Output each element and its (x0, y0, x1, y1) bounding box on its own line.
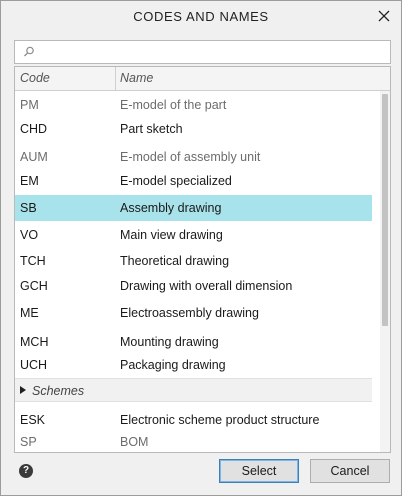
title-bar: CODES AND NAMES (1, 1, 401, 33)
row-code: MCH (20, 335, 49, 349)
scrollbar-thumb[interactable] (382, 94, 388, 326)
table-body: PM E-model of the part CHD Part sketch A… (15, 91, 372, 452)
row-code: ESK (20, 413, 46, 427)
table-row[interactable]: ME Electroassembly drawing (15, 300, 372, 326)
codes-table: Code Name PM E-model of the part CHD Par… (14, 66, 391, 453)
table-row[interactable]: SP BOM (15, 429, 372, 452)
table-row[interactable]: CHD Part sketch (15, 116, 372, 142)
table-row[interactable]: PM E-model of the part (15, 92, 372, 118)
row-name: Packaging drawing (120, 358, 226, 372)
vertical-scrollbar[interactable] (380, 91, 390, 452)
row-name: E-model specialized (120, 174, 232, 188)
close-icon[interactable] (375, 7, 393, 25)
row-code: ME (20, 306, 39, 320)
row-name: E-model of the part (120, 98, 227, 112)
row-code: PM (20, 98, 39, 112)
cancel-button[interactable]: Cancel (310, 459, 390, 483)
codes-and-names-dialog: CODES AND NAMES Code Name PM E-model of (0, 0, 402, 496)
row-code: AUM (20, 150, 48, 164)
row-name: BOM (120, 435, 149, 449)
row-name: Assembly drawing (120, 201, 222, 215)
search-input[interactable] (39, 43, 384, 61)
row-name: Drawing with overall dimension (120, 279, 293, 293)
dialog-title: CODES AND NAMES (133, 9, 269, 24)
row-code: CHD (20, 122, 48, 136)
row-code: TCH (20, 254, 46, 268)
table-row-selected[interactable]: SB Assembly drawing (15, 195, 372, 221)
column-divider[interactable] (115, 67, 116, 91)
table-row[interactable]: AUM E-model of assembly unit (15, 144, 372, 170)
search-box[interactable] (14, 40, 391, 64)
table-row[interactable]: UCH Packaging drawing (15, 352, 372, 378)
table-row[interactable]: TCH Theoretical drawing (15, 248, 372, 274)
search-icon (22, 45, 36, 59)
select-button[interactable]: Select (219, 459, 299, 483)
column-header-name[interactable]: Name (120, 71, 153, 85)
row-code: GCH (20, 279, 48, 293)
group-label: Schemes (32, 384, 85, 398)
row-name: Electroassembly drawing (120, 306, 259, 320)
row-name: Main view drawing (120, 228, 223, 242)
row-name: Electronic scheme product structure (120, 413, 320, 427)
help-icon[interactable]: ? (19, 464, 33, 478)
row-code: VO (20, 228, 39, 242)
row-name: Theoretical drawing (120, 254, 230, 268)
column-header-code[interactable]: Code (20, 71, 50, 85)
row-code: SP (20, 435, 37, 449)
row-name: Mounting drawing (120, 335, 219, 349)
table-header: Code Name (15, 67, 390, 91)
row-code: UCH (20, 358, 48, 372)
table-row[interactable]: GCH Drawing with overall dimension (15, 273, 372, 299)
table-row[interactable]: VO Main view drawing (15, 222, 372, 248)
group-row-schemes[interactable]: Schemes (15, 378, 372, 402)
row-name: E-model of assembly unit (120, 150, 261, 164)
row-name: Part sketch (120, 122, 183, 136)
table-row[interactable]: EM E-model specialized (15, 168, 372, 194)
row-code: EM (20, 174, 39, 188)
row-code: SB (20, 201, 37, 215)
triangle-right-icon[interactable] (20, 386, 26, 394)
